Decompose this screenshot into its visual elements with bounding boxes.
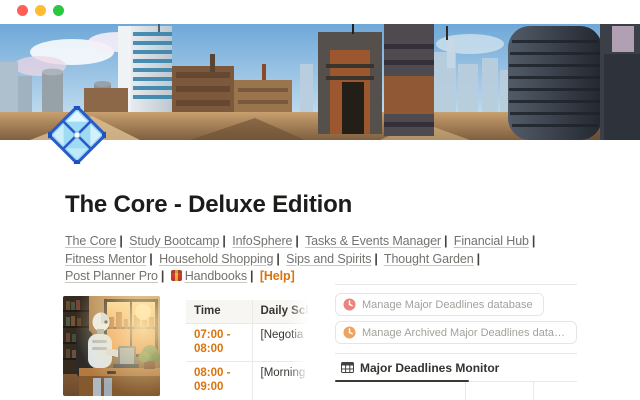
nav-separator: | (119, 234, 122, 248)
nav-separator: | (295, 234, 298, 248)
nav-separator: | (444, 234, 447, 248)
nav-link-help[interactable]: [Help] (260, 269, 295, 283)
nav-link-handbooks[interactable]: Handbooks (171, 269, 247, 283)
close-window-button[interactable] (17, 5, 28, 16)
zoom-window-button[interactable] (53, 5, 64, 16)
table-header-row: Time Daily Sch (186, 300, 312, 323)
deadlines-table-fragment (335, 382, 577, 400)
page-title: The Core - Deluxe Edition (65, 191, 352, 219)
button-label: Manage Archived Major Deadlines databa..… (362, 327, 566, 339)
activity-cell[interactable]: [Morning (252, 361, 312, 400)
page-icon-gem[interactable] (48, 106, 106, 164)
nav-link-label: Handbooks (185, 269, 247, 283)
nav-link-fitness-mentor[interactable]: Fitness Mentor (65, 252, 146, 266)
tab-major-deadlines-monitor[interactable]: Major Deadlines Monitor (360, 361, 499, 375)
manage-archived-major-deadlines-button[interactable]: Manage Archived Major Deadlines databa..… (335, 321, 577, 344)
column-divider (465, 382, 466, 400)
nav-link-household-shopping[interactable]: Household Shopping (159, 252, 273, 266)
nav-separator: | (222, 234, 225, 248)
nav-separator: | (250, 269, 253, 283)
nav-separator: | (276, 252, 279, 266)
nav-link-post-planner-pro[interactable]: Post Planner Pro (65, 269, 158, 283)
nav-separator: | (374, 252, 377, 266)
table-row: 07:00 - 08:00 [Negotia (186, 323, 312, 361)
divider (335, 284, 577, 285)
quick-nav: The Core| Study Bootcamp| InfoSphere| Ta… (65, 233, 583, 286)
window-titlebar (0, 0, 640, 24)
column-header-time[interactable]: Time (186, 300, 252, 323)
nav-link-the-core[interactable]: The Core (65, 234, 116, 248)
nav-link-tasks-events-manager[interactable]: Tasks & Events Manager (305, 234, 441, 248)
gift-icon (171, 270, 182, 281)
nav-link-infosphere[interactable]: InfoSphere (232, 234, 292, 248)
nav-separator: | (161, 269, 164, 283)
clock-icon (343, 298, 356, 311)
clock-icon (343, 326, 356, 339)
table-icon (341, 362, 354, 373)
nav-link-sips-and-spirits[interactable]: Sips and Spirits (286, 252, 371, 266)
manage-major-deadlines-button[interactable]: Manage Major Deadlines database (335, 293, 544, 316)
column-divider (533, 382, 534, 400)
notion-window: The Core - Deluxe Edition The Core| Stud… (0, 0, 640, 400)
activity-cell[interactable]: [Negotia (252, 323, 312, 361)
minimize-window-button[interactable] (35, 5, 46, 16)
time-cell[interactable]: 07:00 - 08:00 (186, 323, 252, 361)
daily-schedule-table: Time Daily Sch 07:00 - 08:00 [Negotia 08… (186, 300, 312, 400)
column-header-daily-schedule[interactable]: Daily Sch (252, 300, 312, 323)
time-cell[interactable]: 08:00 - 09:00 (186, 361, 252, 400)
nav-separator: | (149, 252, 152, 266)
right-column: Manage Major Deadlines database Manage A… (335, 284, 577, 400)
robot-photo[interactable] (63, 296, 160, 396)
table-row: 08:00 - 09:00 [Morning (186, 361, 312, 400)
deadlines-view-tabbar: Major Deadlines Monitor (335, 354, 577, 382)
nav-separator: | (532, 234, 535, 248)
nav-link-study-bootcamp[interactable]: Study Bootcamp (129, 234, 219, 248)
nav-link-thought-garden[interactable]: Thought Garden (384, 252, 474, 266)
button-label: Manage Major Deadlines database (362, 299, 533, 311)
nav-separator: | (477, 252, 480, 266)
nav-link-financial-hub[interactable]: Financial Hub (454, 234, 529, 248)
